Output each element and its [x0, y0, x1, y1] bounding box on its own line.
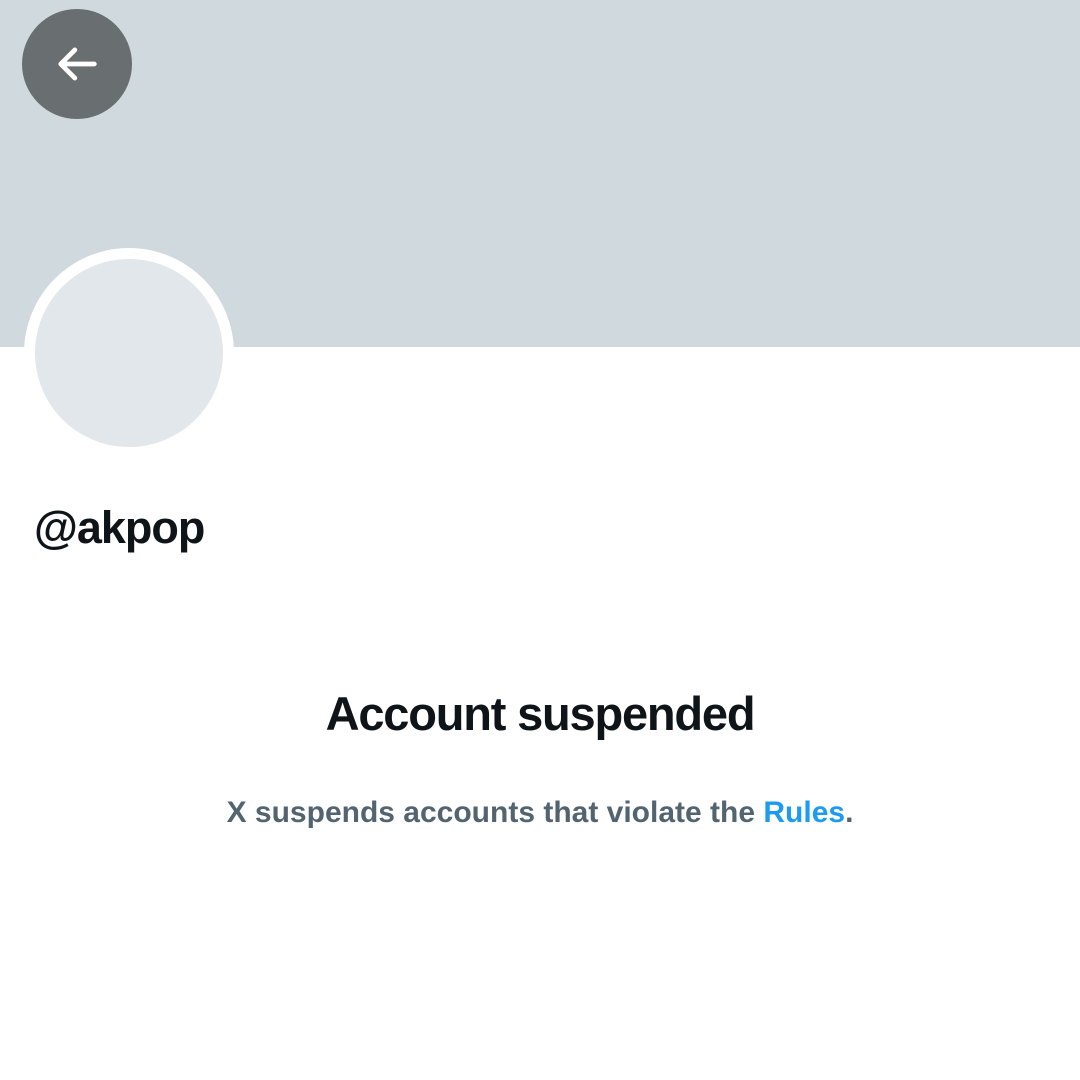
suspension-message: X suspends accounts that violate the Rul…: [0, 793, 1080, 833]
suspension-title: Account suspended: [325, 687, 756, 740]
arrow-left-icon: [58, 47, 97, 81]
avatar: [35, 259, 223, 447]
back-button[interactable]: [22, 9, 132, 119]
rules-link[interactable]: Rules: [763, 796, 845, 829]
suspension-message-end: .: [845, 796, 854, 829]
suspension-message-text: X suspends accounts that violate the: [226, 796, 764, 829]
profile-handle: @akpop: [34, 502, 205, 553]
profile-page: @akpop Account suspended X suspends acco…: [0, 0, 1080, 1080]
